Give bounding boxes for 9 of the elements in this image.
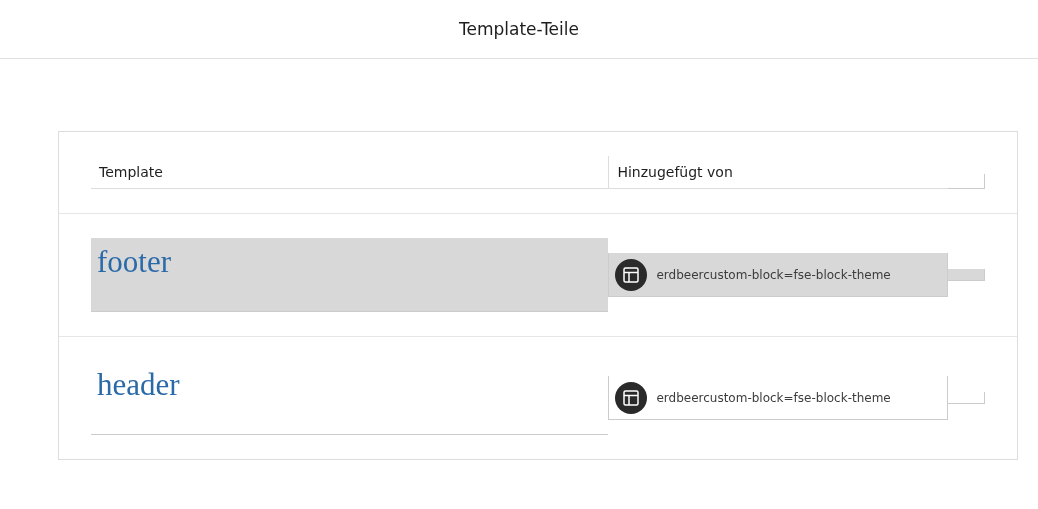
template-link[interactable]: footer — [97, 244, 172, 279]
column-header: Hinzugefügt von — [608, 156, 949, 189]
page-title: Template-Teile — [459, 19, 579, 39]
column-header: Template — [91, 156, 609, 189]
template-link[interactable]: header — [97, 367, 180, 402]
layout-icon — [615, 258, 648, 291]
added-by-text: erdbeercustom-block=fse-block-theme — [656, 267, 891, 282]
added-by-text: erdbeercustom-block=fse-block-theme — [656, 390, 891, 405]
layout-icon — [615, 381, 648, 414]
